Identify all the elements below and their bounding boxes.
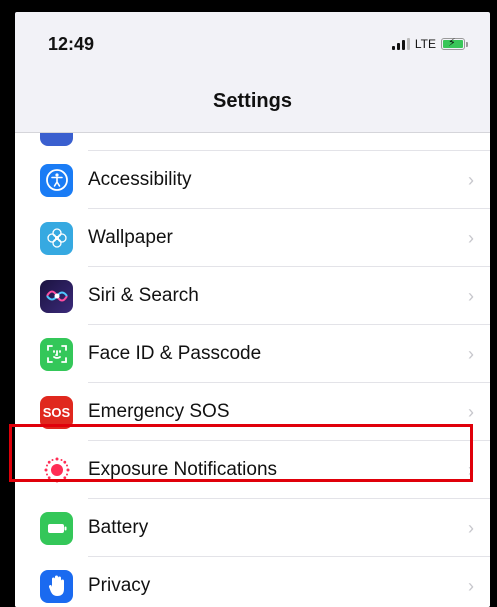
settings-row-label: Privacy <box>88 575 151 596</box>
settings-row-label: Emergency SOS <box>88 401 230 422</box>
chevron-right-icon: › <box>468 227 474 248</box>
settings-row-label: Face ID & Passcode <box>88 343 262 364</box>
settings-row-label: Accessibility <box>88 169 192 190</box>
signal-strength-icon <box>391 38 410 50</box>
battery-tip <box>466 41 468 47</box>
status-time: 12:49 <box>48 34 95 54</box>
list-item-partial[interactable] <box>15 133 490 151</box>
settings-row-wallpaper[interactable]: Wallpaper › <box>15 209 490 267</box>
accessibility-icon <box>40 163 73 197</box>
settings-row-label: Wallpaper <box>88 227 173 248</box>
wallpaper-flower-icon <box>40 221 73 255</box>
settings-row-battery[interactable]: Battery › <box>15 499 490 557</box>
settings-list[interactable]: Accessibility › Wallpaper › Siri & Searc… <box>15 133 490 607</box>
settings-row-privacy[interactable]: Privacy › <box>15 557 490 607</box>
siri-icon <box>40 279 73 313</box>
status-indicators: LTE ⚡ <box>391 37 468 51</box>
network-type: LTE <box>414 37 436 51</box>
battery-status-icon: ⚡ <box>441 37 465 50</box>
chevron-right-icon: › <box>468 169 474 190</box>
highlight-box <box>9 424 473 482</box>
chevron-right-icon: › <box>468 401 474 422</box>
partial-app-icon <box>40 133 73 146</box>
status-bar: 12:49 LTE ⚡ <box>15 12 490 72</box>
settings-row-label: Siri & Search <box>88 285 199 306</box>
chevron-right-icon: › <box>468 285 474 306</box>
face-id-icon <box>40 337 73 371</box>
chevron-right-icon: › <box>468 517 474 538</box>
chevron-right-icon: › <box>468 343 474 364</box>
page-title: Settings <box>213 90 292 112</box>
battery-icon <box>40 511 73 545</box>
settings-row-label: Battery <box>88 517 149 538</box>
phone-screen: 12:49 LTE ⚡ Settings Accessibility › Wal… <box>15 12 490 607</box>
settings-row-face-id[interactable]: Face ID & Passcode › <box>15 325 490 383</box>
privacy-hand-icon <box>40 569 73 603</box>
sos-icon-text: SOS <box>42 404 71 420</box>
settings-row-accessibility[interactable]: Accessibility › <box>15 151 490 209</box>
chevron-right-icon: › <box>468 575 474 596</box>
settings-row-siri[interactable]: Siri & Search › <box>15 267 490 325</box>
